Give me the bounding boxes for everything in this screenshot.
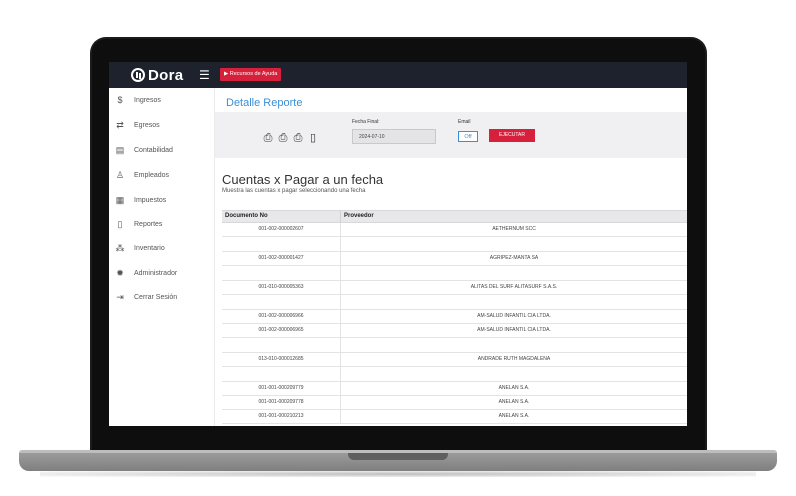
table-row: 001-001-000210213 ANELAN S.A. xyxy=(222,410,687,424)
cell-proveedor: ANELAN S.A. xyxy=(498,399,530,405)
table-header: Documento No Proveedor xyxy=(222,210,687,223)
hamburger-menu-icon[interactable]: ☰ xyxy=(199,68,210,82)
cell-proveedor xyxy=(341,266,687,280)
cell-documento: 001-001-000210213 xyxy=(222,410,341,423)
cell-proveedor: ANDRADE RUTH MAGDALENA xyxy=(477,356,551,362)
execute-button[interactable]: EJECUTAR xyxy=(489,129,535,142)
cell-proveedor xyxy=(341,367,687,381)
sidebar-item-ingresos[interactable]: $ Ingresos xyxy=(109,92,214,108)
sidebar-item-label: Egresos xyxy=(134,121,160,129)
logo-icon xyxy=(131,68,145,82)
table-row: 001-001-000209779 ANELAN S.A. xyxy=(222,382,687,396)
sidebar-item-contabilidad[interactable]: ▤ Contabilidad xyxy=(109,142,214,158)
report-icon: ▯ xyxy=(117,219,123,229)
cell-documento xyxy=(222,266,341,280)
logout-icon: ⇥ xyxy=(116,292,124,302)
sidebar-item-label: Contabilidad xyxy=(134,146,173,154)
cell-proveedor: AM-SALUD INFANTIL CIA LTDA. xyxy=(477,327,551,333)
column-header-documento[interactable]: Documento No xyxy=(222,211,341,222)
cell-proveedor: ANELAN S.A. xyxy=(498,385,530,391)
sidebar-item-label: Impuestos xyxy=(134,196,167,204)
sidebar-item-egresos[interactable]: ⇄ Egresos xyxy=(109,117,214,133)
cell-proveedor: ANELAN S.A. xyxy=(498,413,530,419)
logo-text: Dora xyxy=(148,66,184,84)
sidebar-item-label: Empleados xyxy=(134,171,170,179)
print-icon[interactable]: ⎙ xyxy=(292,132,304,144)
cell-documento: 001-002-000006965 xyxy=(222,324,341,337)
laptop-shadow xyxy=(40,471,756,477)
sidebar-item-cerrar-sesion[interactable]: ⇥ Cerrar Sesión xyxy=(109,289,214,305)
sidebar-item-empleados[interactable]: ♙ Empleados xyxy=(109,167,214,183)
boxes-icon: ⁂ xyxy=(115,243,125,253)
cell-proveedor: AGRIPEZ-MANTA SA xyxy=(489,255,539,261)
money-in-icon: $ xyxy=(117,95,123,105)
table-row: 001-010-000005363 ALITAS DEL SURF ALITASU… xyxy=(222,281,687,295)
laptop-notch xyxy=(348,453,448,460)
help-resources-button[interactable]: ▶ Recursos de Ayuda xyxy=(220,68,282,81)
main-content: Detalle Reporte ⎙ ⎙ ⎙ ▯ Fecha Final: 202… xyxy=(215,88,687,426)
table-row xyxy=(222,338,687,353)
fecha-final-label: Fecha Final: xyxy=(352,119,380,125)
fecha-final-input[interactable]: 2024-07-10 xyxy=(352,129,436,144)
export-pdf-icon[interactable]: ⎙ xyxy=(277,132,289,144)
cell-proveedor: AM-SALUD INFANTIL CIA LTDA. xyxy=(477,313,551,319)
cell-documento: 001-010-000005363 xyxy=(222,281,341,294)
document-icon[interactable]: ▯ xyxy=(307,132,319,144)
cell-documento: 001-001-000209779 xyxy=(222,382,341,395)
sidebar-item-inventario[interactable]: ⁂ Inventario xyxy=(109,240,214,256)
sidebar-item-label: Inventario xyxy=(134,244,165,252)
cell-documento xyxy=(222,338,341,352)
sidebar-item-reportes[interactable]: ▯ Reportes xyxy=(109,216,214,232)
cell-documento xyxy=(222,237,341,251)
cell-documento: 001-002-000002607 xyxy=(222,223,341,236)
sidebar-item-label: Administrador xyxy=(134,269,178,277)
cell-documento: 001-001-000209778 xyxy=(222,396,341,409)
sidebar-item-label: Cerrar Sesión xyxy=(134,293,178,301)
cell-proveedor xyxy=(341,237,687,251)
table-row: 001-002-000006966 AM-SALUD INFANTIL CIA L… xyxy=(222,310,687,324)
cell-proveedor: AETHERNUM SCC xyxy=(492,226,536,232)
table-row: 001-001-000209778 ANELAN S.A. xyxy=(222,396,687,410)
top-bar: Dora ☰ ▶ Recursos de Ayuda xyxy=(109,62,687,88)
calculator-icon: ▤ xyxy=(115,145,125,155)
gear-icon: ✹ xyxy=(116,268,124,278)
cell-documento xyxy=(222,295,341,309)
users-icon: ♙ xyxy=(115,170,125,180)
export-icons: ⎙ ⎙ ⎙ ▯ xyxy=(262,132,319,144)
table-row xyxy=(222,367,687,382)
cell-documento: 013-010-000012685 xyxy=(222,353,341,366)
email-toggle[interactable]: Off xyxy=(458,131,478,142)
cell-proveedor: ALITAS DEL SURF ALITASURF S.A.S. xyxy=(470,284,558,290)
filter-bar: ⎙ ⎙ ⎙ ▯ Fecha Final: 2024-07-10 Email Of… xyxy=(215,112,687,158)
money-out-icon: ⇄ xyxy=(116,120,124,130)
table-row: 001-002-000002607 AETHERNUM SCC xyxy=(222,223,687,237)
cell-proveedor xyxy=(341,338,687,352)
table-row: 001-002-000006965 AM-SALUD INFANTIL CIA L… xyxy=(222,324,687,338)
column-header-proveedor[interactable]: Proveedor xyxy=(341,211,687,222)
cell-documento: 001-002-000001427 xyxy=(222,252,341,265)
cell-documento xyxy=(222,367,341,381)
table-row xyxy=(222,237,687,252)
table-row: 013-010-000012685 ANDRADE RUTH MAGDALENA xyxy=(222,353,687,367)
sidebar-item-label: Reportes xyxy=(134,220,163,228)
tax-icon: ▦ xyxy=(115,195,125,205)
table-row: 001-002-000001427 AGRIPEZ-MANTA SA xyxy=(222,252,687,266)
sidebar-item-impuestos[interactable]: ▦ Impuestos xyxy=(109,192,214,208)
breadcrumb: Detalle Reporte xyxy=(226,97,303,109)
cell-documento: 001-002-000006966 xyxy=(222,310,341,323)
sidebar-item-label: Ingresos xyxy=(134,96,161,104)
report-table: Documento No Proveedor 001-002-000002607… xyxy=(222,210,687,424)
sidebar-item-administrador[interactable]: ✹ Administrador xyxy=(109,265,214,281)
report-subtitle: Muestra las cuentas x pagar seleccionand… xyxy=(222,188,366,194)
sidebar: $ Ingresos ⇄ Egresos ▤ Contabilidad ♙ Em… xyxy=(109,88,215,426)
report-title: Cuentas x Pagar a un fecha xyxy=(222,172,384,187)
table-row xyxy=(222,266,687,281)
email-label: Email xyxy=(458,119,471,125)
screen: Dora ☰ ▶ Recursos de Ayuda $ Ingresos ⇄ … xyxy=(109,62,687,426)
export-excel-icon[interactable]: ⎙ xyxy=(262,132,274,144)
cell-proveedor xyxy=(341,295,687,309)
table-row xyxy=(222,295,687,310)
dora-logo[interactable]: Dora xyxy=(131,65,183,85)
